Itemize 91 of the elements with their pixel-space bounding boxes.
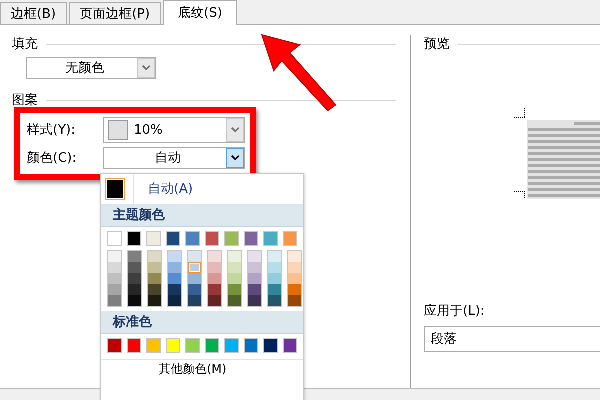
section-heading: 图案 xyxy=(12,92,38,109)
color-swatch[interactable] xyxy=(268,273,281,284)
color-swatch[interactable] xyxy=(146,338,160,353)
color-swatch[interactable] xyxy=(188,262,201,273)
color-dropdown[interactable]: 自动 xyxy=(103,147,245,169)
color-swatch[interactable] xyxy=(108,251,121,262)
caret-icon xyxy=(142,65,150,71)
color-swatch[interactable] xyxy=(128,295,141,306)
color-swatch[interactable] xyxy=(148,284,161,295)
color-swatch[interactable] xyxy=(107,231,122,246)
color-swatch[interactable] xyxy=(148,273,161,284)
color-swatch[interactable] xyxy=(107,338,122,353)
color-swatch[interactable] xyxy=(204,338,219,353)
color-swatch[interactable] xyxy=(228,273,241,284)
color-swatch[interactable] xyxy=(128,262,141,273)
color-swatch[interactable] xyxy=(248,284,261,295)
color-swatch[interactable] xyxy=(248,262,261,273)
color-swatch[interactable] xyxy=(268,295,281,306)
more-colors-option[interactable]: 其他颜色(M) xyxy=(101,359,303,378)
color-swatch[interactable] xyxy=(108,284,121,295)
color-swatch[interactable] xyxy=(224,338,238,353)
color-swatch[interactable] xyxy=(228,262,241,273)
color-swatch[interactable] xyxy=(288,273,301,284)
pattern-swatch-icon xyxy=(108,120,128,140)
color-swatch[interactable] xyxy=(208,262,221,273)
caret-icon xyxy=(230,155,240,161)
apply-to-dropdown[interactable]: 段落 xyxy=(424,326,600,352)
color-swatch[interactable] xyxy=(228,251,241,262)
color-swatch[interactable] xyxy=(128,251,141,262)
color-swatch[interactable] xyxy=(288,262,301,273)
color-swatch[interactable] xyxy=(148,262,161,273)
color-swatch[interactable] xyxy=(146,231,160,246)
color-swatch[interactable] xyxy=(263,338,278,353)
color-swatch[interactable] xyxy=(188,273,201,284)
color-swatch[interactable] xyxy=(128,284,141,295)
color-swatch[interactable] xyxy=(282,338,297,353)
color-swatch[interactable] xyxy=(148,251,161,262)
section-heading: 填充 xyxy=(12,36,38,53)
color-swatch[interactable] xyxy=(224,231,238,246)
color-swatch[interactable] xyxy=(208,295,221,306)
color-swatch[interactable] xyxy=(288,284,301,295)
color-swatch[interactable] xyxy=(263,231,278,246)
color-swatch[interactable] xyxy=(168,284,181,295)
color-swatch[interactable] xyxy=(128,273,141,284)
color-swatch[interactable] xyxy=(168,273,181,284)
field-label: 应用于(L): xyxy=(424,303,486,320)
color-swatch[interactable] xyxy=(228,284,241,295)
section-heading: 预览 xyxy=(424,36,450,53)
color-swatch[interactable] xyxy=(268,262,281,273)
color-swatch[interactable] xyxy=(204,231,219,246)
tab[interactable]: 页面边框(P) xyxy=(69,2,162,24)
dropdown-button[interactable] xyxy=(226,148,244,168)
color-swatch[interactable] xyxy=(126,231,141,246)
field-label: 颜色(C): xyxy=(27,150,78,167)
color-swatch[interactable] xyxy=(268,251,281,262)
color-swatch[interactable] xyxy=(244,231,258,246)
color-swatch[interactable] xyxy=(208,273,221,284)
color-swatch[interactable] xyxy=(185,231,200,246)
color-swatch[interactable] xyxy=(248,295,261,306)
color-swatch[interactable] xyxy=(248,251,261,262)
color-swatch[interactable] xyxy=(244,338,258,353)
color-swatch[interactable] xyxy=(148,295,161,306)
color-swatch[interactable] xyxy=(108,295,121,306)
color-swatch[interactable] xyxy=(126,338,141,353)
color-swatch[interactable] xyxy=(288,295,301,306)
color-swatch[interactable] xyxy=(248,273,261,284)
color-swatch[interactable] xyxy=(282,231,297,246)
section-heading: 标准色 xyxy=(101,311,303,334)
color-swatch[interactable] xyxy=(168,251,181,262)
color-swatch[interactable] xyxy=(168,262,181,273)
color-swatch[interactable] xyxy=(188,251,201,262)
tab[interactable]: 底纹(S) xyxy=(163,0,238,25)
color-swatch[interactable] xyxy=(108,262,121,273)
section-heading: 主题颜色 xyxy=(101,204,303,227)
color-swatch[interactable] xyxy=(188,284,201,295)
color-swatch[interactable] xyxy=(166,231,180,246)
field-label: 样式(Y): xyxy=(27,122,76,139)
color-swatch[interactable] xyxy=(166,338,180,353)
style-dropdown[interactable]: 10% xyxy=(103,117,245,143)
color-swatch[interactable] xyxy=(288,251,301,262)
color-swatch[interactable] xyxy=(268,284,281,295)
fill-dropdown[interactable]: 无颜色 xyxy=(26,57,156,79)
color-swatch[interactable] xyxy=(228,295,241,306)
color-swatch[interactable] xyxy=(208,284,221,295)
caret-icon xyxy=(230,127,240,133)
color-swatch[interactable] xyxy=(108,273,121,284)
color-swatch[interactable] xyxy=(208,251,221,262)
color-swatch[interactable] xyxy=(185,338,200,353)
tab[interactable]: 边框(B) xyxy=(0,2,68,24)
color-swatch[interactable] xyxy=(168,295,181,306)
color-swatch[interactable] xyxy=(188,295,201,306)
